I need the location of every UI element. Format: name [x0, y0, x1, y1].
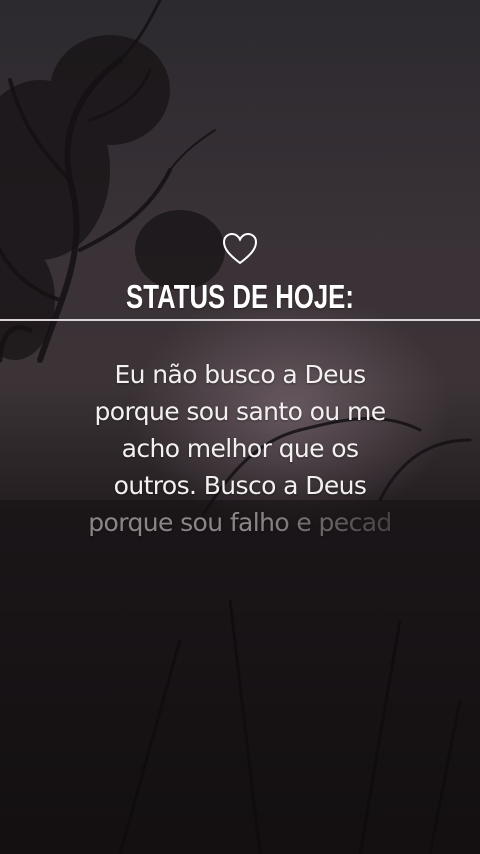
- quote-line-1: Eu não busco a Deus: [114, 360, 366, 389]
- quote-line-5: porque sou falho e pecad: [88, 508, 392, 537]
- quote-line-3: acho melhor que os: [121, 434, 359, 463]
- quote-line-4: outros. Busco a Deus: [113, 471, 367, 500]
- title-divider: [0, 319, 480, 321]
- quote-text: Eu não busco a Deus porque sou santo ou …: [40, 356, 440, 541]
- status-title: STATUS DE HOJE:: [126, 278, 354, 315]
- heart-outline-icon: [222, 232, 258, 265]
- quote-line-2: porque sou santo ou me: [94, 397, 386, 426]
